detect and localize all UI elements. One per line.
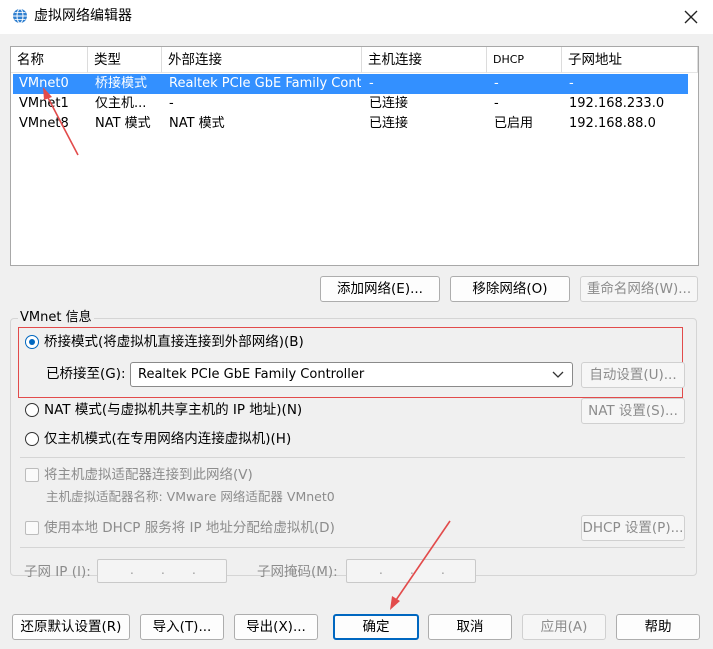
- cell-subnet: 192.168.88.0: [569, 116, 656, 131]
- window-title: 虚拟网络编辑器: [34, 8, 132, 24]
- subnet-mask-label: 子网掩码(M):: [257, 564, 338, 580]
- cell-subnet: 192.168.233.0: [569, 96, 665, 111]
- network-list[interactable]: 名称 类型 外部连接 主机连接 DHCP 子网地址 VMnet0 桥接模式 Re…: [10, 46, 699, 266]
- host-only-radio[interactable]: [25, 432, 39, 446]
- ip-dot: .: [379, 563, 383, 577]
- dhcp-settings-button[interactable]: DHCP 设置(P)...: [581, 515, 685, 541]
- cell-external: Realtek PCIe GbE Family Contr...: [169, 76, 361, 91]
- table-row-vmnet0[interactable]: VMnet0 桥接模式 Realtek PCIe GbE Family Cont…: [13, 74, 688, 94]
- ip-dot: .: [410, 563, 414, 577]
- ip-dot: .: [130, 563, 134, 577]
- use-dhcp-checkbox[interactable]: [25, 521, 39, 535]
- bridged-mode-label[interactable]: 桥接模式(将虚拟机直接连接到外部网络)(B): [44, 333, 304, 351]
- cell-host: 已连接: [369, 96, 409, 111]
- auto-settings-button[interactable]: 自动设置(U)...: [581, 362, 685, 388]
- bridged-mode-radio[interactable]: [25, 335, 39, 349]
- chevron-down-icon: [552, 371, 564, 378]
- cell-dhcp: -: [494, 96, 499, 111]
- column-header-name[interactable]: 名称: [11, 47, 88, 73]
- subnet-mask-input[interactable]: . . .: [346, 559, 476, 583]
- host-only-label[interactable]: 仅主机模式(在专用网络内连接虚拟机)(H): [44, 430, 291, 448]
- cell-external: NAT 模式: [169, 116, 225, 131]
- restore-defaults-button[interactable]: 还原默认设置(R): [12, 614, 130, 640]
- apply-button[interactable]: 应用(A): [522, 614, 606, 640]
- column-header-subnet[interactable]: 子网地址: [562, 47, 698, 73]
- column-header-dhcp[interactable]: DHCP: [487, 47, 562, 73]
- cell-name: VMnet1: [19, 96, 69, 111]
- nat-mode-label[interactable]: NAT 模式(与虚拟机共享主机的 IP 地址)(N): [44, 401, 302, 419]
- bridged-to-label: 已桥接至(G):: [46, 366, 126, 382]
- cell-dhcp: -: [494, 76, 499, 91]
- table-row-vmnet1[interactable]: VMnet1 仅主机... - 已连接 - 192.168.233.0: [13, 94, 688, 114]
- add-network-button[interactable]: 添加网络(E)...: [320, 276, 440, 302]
- cell-subnet: -: [569, 76, 574, 91]
- subnet-ip-label: 子网 IP (I):: [24, 564, 91, 580]
- column-header-type[interactable]: 类型: [88, 47, 162, 73]
- cell-type: 仅主机...: [95, 96, 147, 111]
- column-header-host[interactable]: 主机连接: [362, 47, 487, 73]
- cell-external: -: [169, 96, 174, 111]
- cell-dhcp: 已启用: [494, 116, 534, 131]
- bridged-to-value: Realtek PCIe GbE Family Controller: [138, 367, 365, 382]
- cell-host: 已连接: [369, 116, 409, 131]
- export-button[interactable]: 导出(X)...: [234, 614, 318, 640]
- cell-type: 桥接模式: [95, 76, 148, 91]
- cell-host: -: [369, 76, 374, 91]
- nat-mode-radio[interactable]: [25, 403, 39, 417]
- help-button[interactable]: 帮助: [616, 614, 700, 640]
- divider: [20, 547, 685, 548]
- use-dhcp-label[interactable]: 使用本地 DHCP 服务将 IP 地址分配给虚拟机(D): [44, 519, 335, 537]
- bridged-to-select[interactable]: Realtek PCIe GbE Family Controller: [130, 362, 573, 387]
- subnet-ip-input[interactable]: . . .: [97, 559, 227, 583]
- ok-button[interactable]: 确定: [333, 614, 419, 640]
- vmnet-info-legend: VMnet 信息: [18, 310, 94, 326]
- globe-network-icon: [13, 8, 27, 24]
- cell-type: NAT 模式: [95, 116, 151, 131]
- nat-settings-button[interactable]: NAT 设置(S)...: [581, 398, 685, 424]
- divider: [20, 457, 685, 458]
- connect-adapter-label[interactable]: 将主机虚拟适配器连接到此网络(V): [44, 466, 253, 484]
- rename-network-button[interactable]: 重命名网络(W)...: [580, 276, 698, 302]
- cell-name: VMnet0: [19, 76, 69, 91]
- connect-adapter-checkbox[interactable]: [25, 468, 39, 482]
- close-icon: [684, 10, 698, 24]
- cancel-button[interactable]: 取消: [428, 614, 512, 640]
- adapter-name-label: 主机虚拟适配器名称: VMware 网络适配器 VMnet0: [46, 489, 335, 504]
- ip-dot: .: [441, 563, 445, 577]
- remove-network-button[interactable]: 移除网络(O): [450, 276, 570, 302]
- table-row-vmnet8[interactable]: VMnet8 NAT 模式 NAT 模式 已连接 已启用 192.168.88.…: [13, 114, 688, 134]
- cell-name: VMnet8: [19, 116, 69, 131]
- ip-dot: .: [192, 563, 196, 577]
- import-button[interactable]: 导入(T)...: [140, 614, 224, 640]
- column-header-external[interactable]: 外部连接: [162, 47, 362, 73]
- close-button[interactable]: [672, 2, 710, 32]
- ip-dot: .: [161, 563, 165, 577]
